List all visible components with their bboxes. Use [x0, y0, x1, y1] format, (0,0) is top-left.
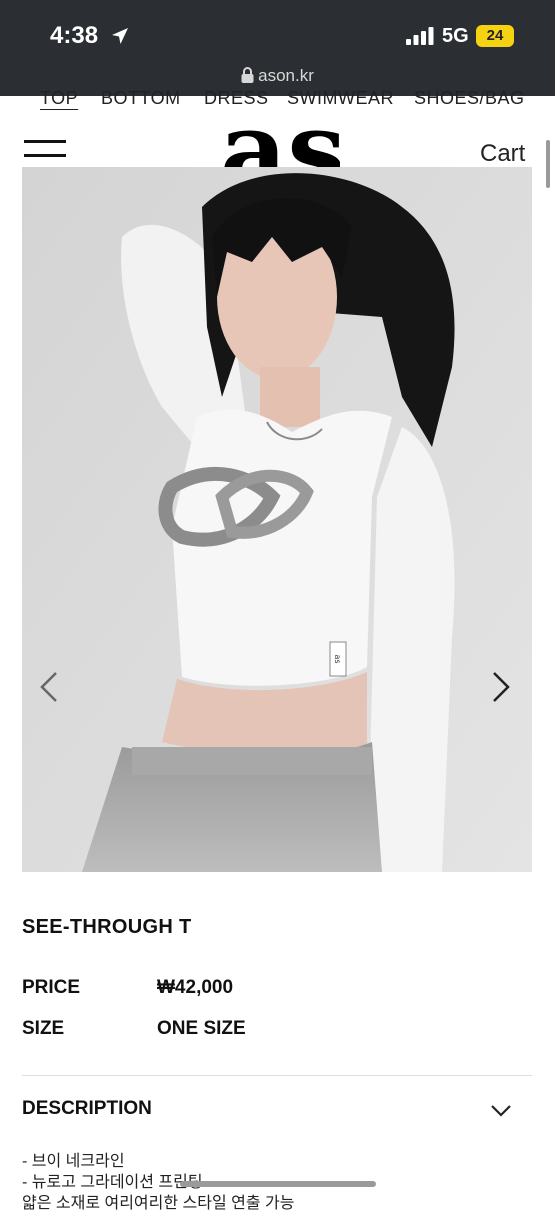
product-title: SEE-THROUGH T: [22, 916, 192, 938]
category-nav: TOP BOTTOM DRESS SWIMWEAR SHOES/BAG: [0, 88, 555, 110]
chevron-down-icon[interactable]: [490, 1102, 512, 1118]
cart-link[interactable]: Cart: [480, 140, 525, 168]
size-value: ONE SIZE: [157, 1018, 246, 1039]
chevron-right-icon[interactable]: [486, 667, 516, 707]
product-image: as: [22, 167, 532, 872]
category-top[interactable]: TOP: [40, 88, 78, 109]
size-label: SIZE: [22, 1018, 65, 1039]
url-text: ason.kr: [258, 66, 314, 85]
description-title[interactable]: DESCRIPTION: [22, 1098, 152, 1120]
divider: [22, 1075, 532, 1076]
address-bar[interactable]: ason.kr: [0, 66, 555, 86]
status-time: 4:38: [50, 22, 99, 49]
category-dress[interactable]: DRESS: [204, 88, 269, 109]
status-bar: 4:38 5G 24 ason.kr: [0, 0, 555, 96]
category-swimwear[interactable]: SWIMWEAR: [287, 88, 394, 109]
scrollbar[interactable]: [546, 140, 550, 188]
tag-text: as: [333, 654, 342, 663]
lock-icon: [241, 67, 254, 83]
signal-bars-icon: [406, 27, 434, 45]
model-illustration: as: [22, 167, 532, 872]
category-shoes-bag[interactable]: SHOES/BAG: [414, 88, 525, 109]
location-arrow-icon: [112, 28, 128, 44]
price-label: PRICE: [22, 977, 81, 998]
category-bottom[interactable]: BOTTOM: [101, 88, 181, 109]
chevron-left-icon[interactable]: [34, 667, 64, 707]
battery-level: 24: [486, 27, 504, 44]
price-value: ₩42,000: [157, 977, 234, 998]
battery-indicator: 24: [476, 25, 514, 47]
network-type: 5G: [442, 25, 469, 47]
home-indicator[interactable]: [180, 1181, 376, 1187]
description-line: 얇은 소재로 여리여리한 스타일 연출 가능: [22, 1195, 295, 1212]
